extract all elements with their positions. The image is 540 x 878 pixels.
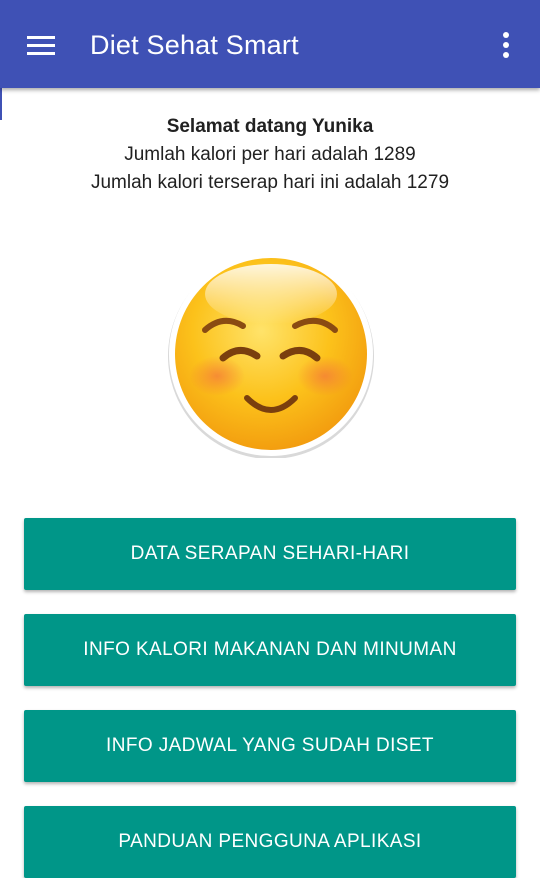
food-calorie-info-button[interactable]: INFO KALORI MAKANAN DAN MINUMAN bbox=[24, 614, 516, 686]
schedule-info-button[interactable]: INFO JADWAL YANG SUDAH DISET bbox=[24, 710, 516, 782]
more-vert-icon bbox=[503, 32, 509, 58]
overflow-menu-button[interactable] bbox=[486, 24, 526, 66]
smiling-face-emoji-icon bbox=[168, 252, 374, 459]
menu-button[interactable] bbox=[14, 24, 70, 66]
greeting-block: Selamat datang Yunika Jumlah kalori per … bbox=[0, 113, 540, 197]
absorbed-calories-text: Jumlah kalori terserap hari ini adalah 1… bbox=[90, 172, 450, 193]
welcome-text: Selamat datang Yunika bbox=[166, 116, 374, 137]
user-guide-button[interactable]: PANDUAN PENGGUNA APLIKASI bbox=[24, 806, 516, 878]
daily-calories-text: Jumlah kalori per hari adalah 1289 bbox=[124, 144, 416, 165]
app-bar: Diet Sehat Smart bbox=[0, 0, 540, 88]
mood-emoji bbox=[167, 250, 375, 459]
daily-intake-button[interactable]: DATA SERAPAN SEHARI-HARI bbox=[24, 518, 516, 590]
app-title: Diet Sehat Smart bbox=[90, 30, 299, 60]
hamburger-menu-icon bbox=[27, 36, 55, 55]
